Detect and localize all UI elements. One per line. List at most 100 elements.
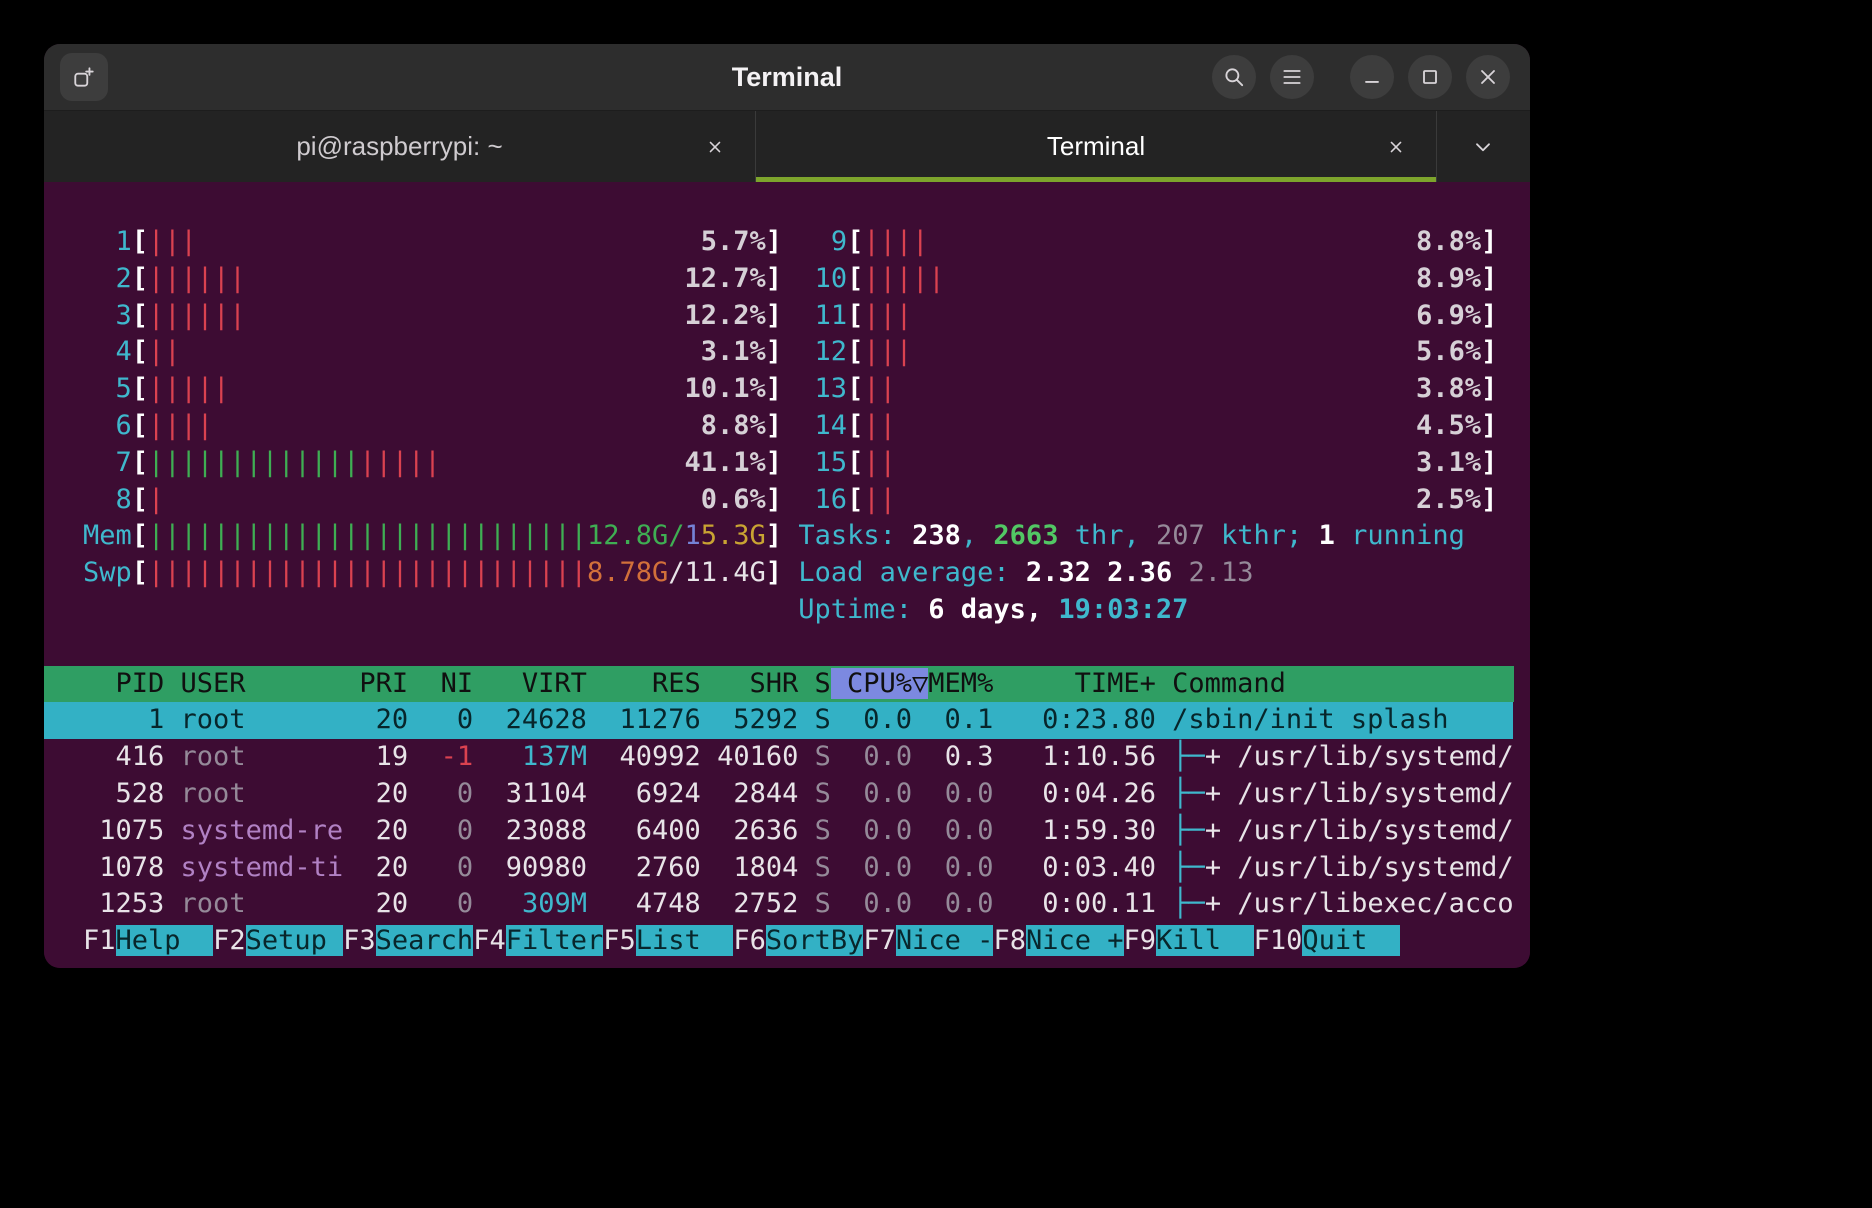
tab-pi-raspberrypi[interactable]: pi@raspberrypi: ~ <box>44 111 756 182</box>
terminal-text <box>343 888 359 919</box>
terminal-text: 0 <box>424 815 473 846</box>
fn-key-f10[interactable]: F10 <box>1254 925 1303 956</box>
fn-filter-button[interactable]: Filter <box>506 925 604 956</box>
terminal-text: S <box>815 741 831 772</box>
fn-setup-button[interactable]: Setup <box>246 925 344 956</box>
search-button[interactable] <box>1212 55 1256 99</box>
titlebar-controls <box>1198 55 1510 99</box>
tab-overflow-button[interactable] <box>1461 125 1505 169</box>
process-row-528[interactable]: 528 root 20 0 31104 6924 2844 S 0.0 0.0 … <box>83 776 1530 813</box>
terminal-screen[interactable]: 1[||| 5.7%] 9[|||| 8.8%] 2[|||||| 12.7%]… <box>44 182 1530 968</box>
terminal-text: 31104 <box>489 778 587 809</box>
terminal-text: 2752 <box>717 888 798 919</box>
terminal-text: 6924 <box>603 778 701 809</box>
fn-sortby-button[interactable]: SortBy <box>766 925 864 956</box>
process-row-text[interactable]: 1 root 20 0 24628 11276 5292 S 0.0 0.1 0… <box>83 704 1513 735</box>
function-key-bar: F1Help F2Setup F3SearchF4FilterF5List F6… <box>83 923 1530 960</box>
table-header-left[interactable]: PID USER PRI NI VIRT RES SHR S <box>83 668 831 699</box>
menu-button[interactable] <box>1270 55 1314 99</box>
minimize-button[interactable] <box>1350 55 1394 99</box>
terminal-text <box>782 447 798 478</box>
table-header-right[interactable]: MEM% TIME+ Command <box>928 668 1513 699</box>
terminal-text: ] <box>766 447 782 478</box>
terminal-text: 10 <box>798 263 847 294</box>
terminal-text <box>798 778 814 809</box>
terminal-text <box>343 778 359 809</box>
fn-list-button[interactable]: List <box>636 925 734 956</box>
terminal-text: Uptime: <box>798 594 928 625</box>
terminal-text: -1 <box>424 741 473 772</box>
terminal-text: 1 <box>685 520 701 551</box>
terminal-text: [ <box>132 373 148 404</box>
maximize-button[interactable] <box>1408 55 1452 99</box>
terminal-text <box>782 300 798 331</box>
fn-quit-button[interactable]: Quit <box>1302 925 1400 956</box>
new-tab-icon <box>72 65 96 89</box>
terminal-text: [ <box>847 447 863 478</box>
fn-key-f3[interactable]: F3 <box>343 925 376 956</box>
new-tab-button[interactable] <box>60 53 108 101</box>
process-table-header[interactable]: PID USER PRI NI VIRT RES SHR S CPU%▽MEM%… <box>44 666 1514 703</box>
maximize-icon <box>1418 65 1442 89</box>
terminal-text <box>164 484 684 515</box>
table-header-cpu-sorted[interactable]: CPU%▽ <box>831 668 929 699</box>
terminal-text: 1253 <box>83 888 181 919</box>
fn-kill-button[interactable]: Kill <box>1156 925 1254 956</box>
terminal-text: || <box>863 447 896 478</box>
terminal-text: 90980 <box>489 852 587 883</box>
terminal-text: root <box>181 778 344 809</box>
terminal-text <box>912 778 928 809</box>
process-row-selected[interactable]: 1 root 20 0 24628 11276 5292 S 0.0 0.1 0… <box>44 702 1513 739</box>
fn-key-f2[interactable]: F2 <box>213 925 246 956</box>
fn-nice-plus-button[interactable]: Nice + <box>1026 925 1124 956</box>
process-row-416[interactable]: 416 root 19 -1 137M 40992 40160 S 0.0 0.… <box>83 739 1530 776</box>
terminal-text: 0:04.26 <box>993 778 1156 809</box>
fn-key-f8[interactable]: F8 <box>993 925 1026 956</box>
terminal-text <box>912 888 928 919</box>
fn-key-f9[interactable]: F9 <box>1124 925 1157 956</box>
fn-key-f4[interactable]: F4 <box>473 925 506 956</box>
terminal-text: S <box>815 888 831 919</box>
process-row-1075[interactable]: 1075 systemd-re 20 0 23088 6400 2636 S 0… <box>83 813 1530 850</box>
fn-key-f7[interactable]: F7 <box>863 925 896 956</box>
terminal-text: ] <box>766 226 782 257</box>
cpu-meters-line-5-13: 5[||||| 10.1%] 13[|| 3.8%] <box>83 371 1530 408</box>
terminal-text: || <box>863 484 896 515</box>
close-icon <box>1476 65 1500 89</box>
terminal-text: [ <box>847 336 863 367</box>
tab-close-button[interactable] <box>697 129 733 165</box>
fn-key-f6[interactable]: F6 <box>733 925 766 956</box>
terminal-text: ├─ <box>1172 741 1205 772</box>
fn-nice-minus-button[interactable]: Nice - <box>896 925 994 956</box>
tab-close-button[interactable] <box>1378 129 1414 165</box>
fn-key-f5[interactable]: F5 <box>603 925 636 956</box>
fn-help-button[interactable]: Help <box>116 925 214 956</box>
terminal-text: 8.8% <box>684 410 765 441</box>
terminal-text: 0:00.11 <box>993 888 1156 919</box>
terminal-text: [ <box>847 226 863 257</box>
terminal-text: 0:03.40 <box>993 852 1156 883</box>
tab-overflow-area <box>1437 111 1530 182</box>
terminal-text: 2760 <box>603 852 701 883</box>
process-row-1253[interactable]: 1253 root 20 0 309M 4748 2752 S 0.0 0.0 … <box>83 886 1530 923</box>
terminal-text <box>782 410 798 441</box>
terminal-text: 6400 <box>603 815 701 846</box>
titlebar[interactable]: Terminal <box>44 44 1530 110</box>
terminal-text: 1:10.56 <box>993 741 1156 772</box>
process-row-1078[interactable]: 1078 systemd-ti 20 0 90980 2760 1804 S 0… <box>83 850 1530 887</box>
terminal-text: 309M <box>489 888 587 919</box>
terminal-text <box>912 852 928 883</box>
fn-key-f1[interactable]: F1 <box>83 925 116 956</box>
terminal-text: 23088 <box>489 815 587 846</box>
terminal-text: 3.1% <box>684 336 765 367</box>
terminal-text <box>701 778 717 809</box>
terminal-text: thr, <box>1058 520 1156 551</box>
tab-terminal[interactable]: Terminal <box>756 111 1437 182</box>
terminal-text: 20 <box>359 778 424 809</box>
close-button[interactable] <box>1466 55 1510 99</box>
terminal-text: 0 <box>424 852 473 883</box>
terminal-text: 8.78G <box>587 557 668 588</box>
terminal-text: 2636 <box>717 815 798 846</box>
terminal-text: ├─ <box>1172 815 1205 846</box>
fn-search-button[interactable]: Search <box>376 925 474 956</box>
